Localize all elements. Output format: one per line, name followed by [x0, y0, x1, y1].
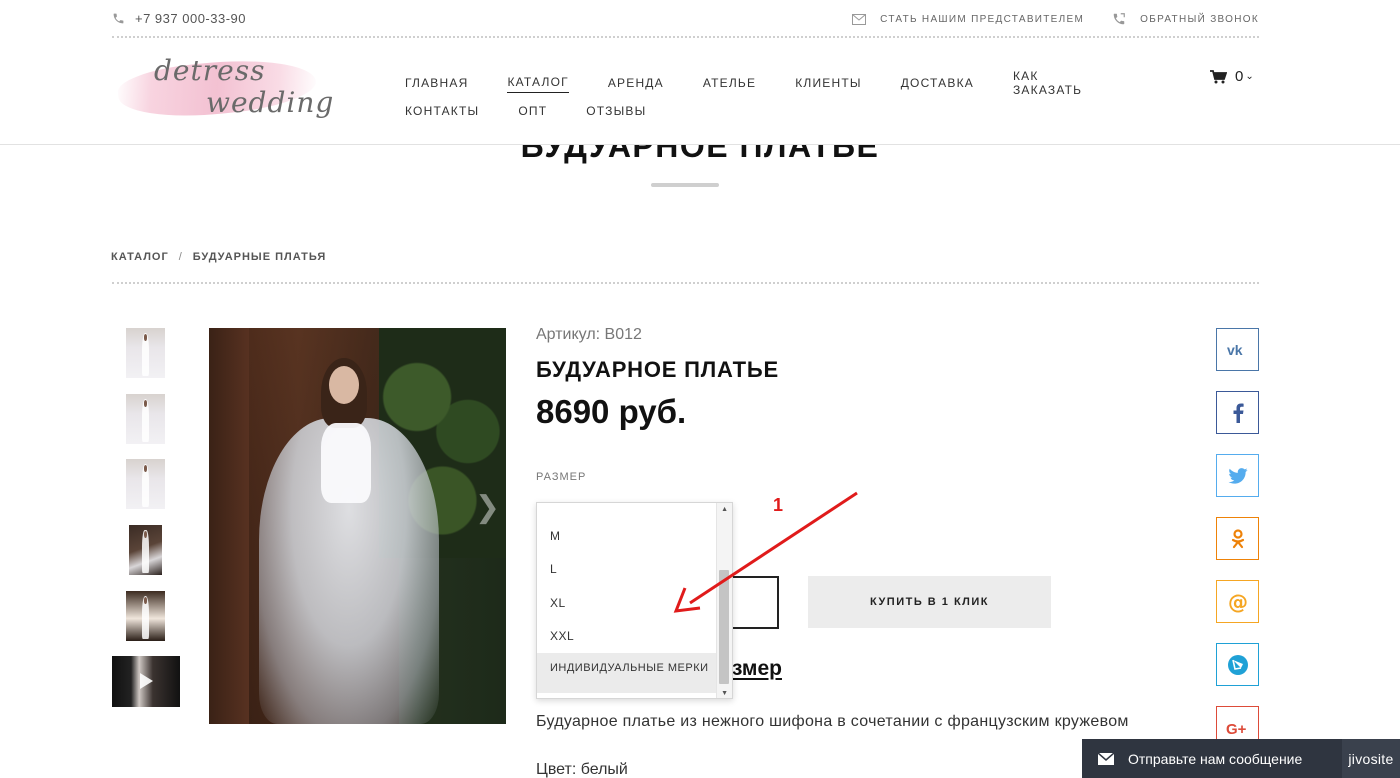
dropdown-scrollbar[interactable]: ▲ ▼	[716, 503, 732, 698]
main-nav: ГЛАВНАЯ КАТАЛОГ АРЕНДА АТЕЛЬЕ КЛИЕНТЫ ДО…	[405, 69, 1105, 126]
callback-link[interactable]: ОБРАТНЫЙ ЗВОНОК	[1112, 12, 1259, 26]
size-option-l[interactable]: L	[537, 562, 718, 576]
mailru-share-button[interactable]: @	[1216, 580, 1259, 623]
thumbnail-4[interactable]	[129, 525, 162, 575]
size-chart-link[interactable]: змер	[732, 657, 782, 681]
envelope-icon	[1098, 752, 1114, 765]
breadcrumb-divider	[112, 282, 1259, 284]
play-icon	[140, 673, 153, 689]
product-name: БУДУАРНОЕ ПЛАТЬЕ	[536, 357, 779, 382]
size-option-custom[interactable]: ИНДИВИДУАЛЬНЫЕ МЕРКИ	[537, 653, 718, 693]
size-option-xxl[interactable]: XXL	[537, 629, 718, 643]
thumbnail-video[interactable]	[112, 656, 180, 707]
logo-line1: detress	[154, 54, 266, 87]
nav-reviews[interactable]: ОТЗЫВЫ	[586, 104, 646, 121]
nav-rent[interactable]: АРЕНДА	[608, 76, 664, 93]
nav-wholesale[interactable]: ОПТ	[518, 104, 547, 121]
mailru-icon: @	[1228, 591, 1248, 613]
nav-contacts[interactable]: КОНТАКТЫ	[405, 104, 479, 121]
facebook-icon	[1233, 403, 1244, 423]
phone-icon	[113, 13, 124, 24]
become-representative-label: СТАТЬ НАШИМ ПРЕДСТАВИТЕЛЕМ	[880, 13, 1085, 25]
scroll-up-icon[interactable]: ▲	[721, 506, 728, 513]
nav-catalog[interactable]: КАТАЛОГ	[507, 75, 569, 93]
svg-text:G+: G+	[1226, 721, 1247, 736]
livejournal-icon	[1227, 654, 1248, 675]
product-price: 8690 руб.	[536, 393, 687, 430]
nav-clients[interactable]: КЛИЕНТЫ	[795, 76, 862, 93]
thumbnail-2[interactable]	[126, 394, 165, 444]
next-image-icon[interactable]: ❯	[475, 490, 500, 525]
logo-line2: wedding	[206, 86, 335, 119]
breadcrumb-boudoir-dresses[interactable]: БУДУАРНЫЕ ПЛАТЬЯ	[193, 251, 326, 263]
product-sku: Артикул: B012	[536, 326, 642, 343]
size-dropdown-list[interactable]: S M L XL XXL ИНДИВИДУАЛЬНЫЕ МЕРКИ ▲ ▼	[536, 502, 733, 699]
product-color: Цвет: белый	[536, 761, 628, 778]
livejournal-share-button[interactable]	[1216, 643, 1259, 686]
topbar: +7 937 000-33-90 СТАТЬ НАШИМ ПРЕДСТАВИТЕ…	[112, 0, 1259, 38]
scrollbar-thumb[interactable]	[719, 570, 729, 684]
thumbnail-3[interactable]	[126, 459, 165, 509]
chat-widget[interactable]: Отправьте нам сообщение jivosite	[1082, 739, 1400, 778]
vk-icon: vk	[1227, 343, 1243, 357]
odnoklassniki-share-button[interactable]	[1216, 517, 1259, 560]
breadcrumb-separator: /	[178, 251, 183, 263]
svg-text:@: @	[1228, 591, 1248, 613]
facebook-share-button[interactable]	[1216, 391, 1259, 434]
site-header: detress wedding ГЛАВНАЯ КАТАЛОГ АРЕНДА А…	[0, 40, 1400, 145]
phone-number: +7 937 000-33-90	[135, 11, 247, 26]
jivosite-logo: jivosite	[1342, 739, 1400, 778]
nav-how-to-order[interactable]: КАК ЗАКАЗАТЬ	[1013, 69, 1082, 100]
main-product-image[interactable]: ❯	[209, 328, 506, 724]
nav-atelier[interactable]: АТЕЛЬЕ	[703, 76, 756, 93]
nav-home[interactable]: ГЛАВНАЯ	[405, 76, 468, 93]
envelope-icon	[852, 13, 867, 25]
breadcrumb: КАТАЛОГ / БУДУАРНЫЕ ПЛАТЬЯ	[111, 251, 326, 263]
twitter-share-button[interactable]	[1216, 454, 1259, 497]
chevron-down-icon: ⌄	[1245, 71, 1254, 82]
buy-one-click-button[interactable]: КУПИТЬ В 1 КЛИК	[808, 576, 1051, 628]
cart-icon	[1210, 69, 1227, 83]
odnoklassniki-icon	[1231, 528, 1244, 548]
size-option-m[interactable]: M	[537, 529, 718, 543]
twitter-icon	[1227, 467, 1248, 484]
vk-share-button[interactable]: vk	[1216, 328, 1259, 371]
thumbnail-1[interactable]	[126, 328, 165, 378]
title-divider	[651, 183, 719, 187]
size-option-partial[interactable]: S	[537, 503, 718, 508]
chat-message-label: Отправьте нам сообщение	[1128, 750, 1303, 767]
nav-delivery[interactable]: ДОСТАВКА	[901, 76, 974, 93]
breadcrumb-catalog[interactable]: КАТАЛОГ	[111, 251, 169, 263]
phone-link[interactable]: +7 937 000-33-90	[112, 11, 246, 26]
size-label: РАЗМЕР	[536, 471, 587, 483]
google-plus-icon: G+	[1226, 721, 1247, 736]
size-option-xl[interactable]: XL	[537, 596, 718, 610]
cart-count: 0	[1235, 68, 1244, 85]
annotation-number: 1	[773, 495, 784, 515]
scroll-down-icon[interactable]: ▼	[721, 690, 728, 697]
become-representative-link[interactable]: СТАТЬ НАШИМ ПРЕДСТАВИТЕЛЕМ	[852, 13, 1085, 25]
phone-callback-icon	[1113, 13, 1125, 25]
logo[interactable]: detress wedding	[115, 50, 333, 132]
product-description: Будуарное платье из нежного шифона в соч…	[536, 713, 1129, 730]
cart-button[interactable]: 0 ⌄	[1210, 68, 1254, 85]
svg-text:vk: vk	[1227, 343, 1243, 357]
callback-label: ОБРАТНЫЙ ЗВОНОК	[1140, 13, 1259, 25]
thumbnail-5[interactable]	[126, 591, 165, 641]
